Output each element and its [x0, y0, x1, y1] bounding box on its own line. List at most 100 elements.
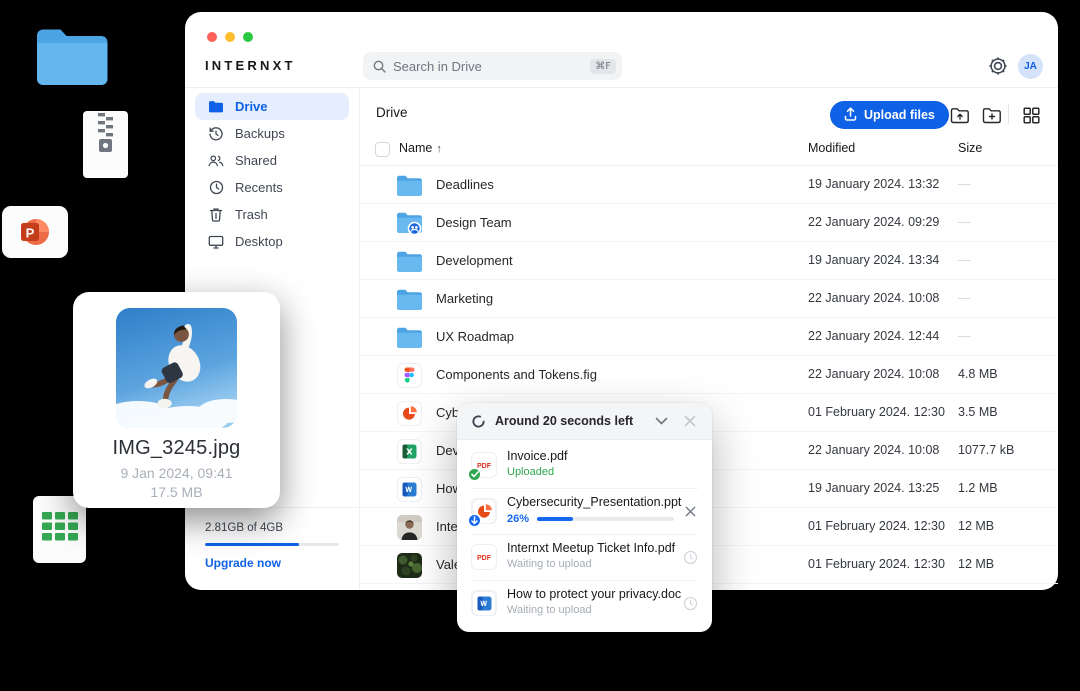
file-name: UX Roadmap [436, 329, 514, 344]
desktop-folder-icon[interactable] [35, 26, 108, 91]
column-name: Name↑ [399, 141, 442, 155]
file-modified: 01 February 2024. 12:30 [808, 405, 945, 419]
sidebar-item-drive[interactable]: Drive [195, 93, 349, 120]
sidebar-item-recents[interactable]: Recents [195, 174, 349, 201]
image-card-size: 17.5 MB [73, 484, 280, 500]
folder-icon [208, 99, 224, 115]
figma-icon [396, 362, 423, 388]
file-size: 12 MB [958, 519, 994, 533]
file-name: Development [436, 253, 513, 268]
sidebar-item-label: Desktop [235, 234, 283, 249]
file-name: Design Team [436, 215, 512, 230]
file-modified: 19 January 2024. 13:34 [808, 253, 939, 267]
progress-track [537, 517, 674, 521]
file-modified: 19 January 2024. 13:25 [808, 481, 939, 495]
upload-status: Uploaded [507, 466, 554, 478]
upload-files-button[interactable]: Upload files [830, 101, 949, 129]
image-preview-card[interactable]: IMG_3245.jpg 9 Jan 2024, 09:41 17.5 MB [73, 292, 280, 508]
svg-text:P: P [26, 226, 35, 241]
progress-fill [537, 517, 573, 521]
sidebar-item-label: Drive [235, 99, 268, 114]
table-row[interactable]: Components and Tokens.fig22 January 2024… [360, 356, 1058, 394]
close-popup-icon[interactable] [680, 411, 700, 431]
file-size: — [958, 215, 971, 229]
users-icon [208, 153, 224, 169]
file-size: — [958, 291, 971, 305]
upload-progress-popup: Around 20 seconds left PDF Invoice.pdf Upl… [457, 403, 712, 632]
upload-folder-icon[interactable] [949, 104, 971, 126]
sidebar-item-desktop[interactable]: Desktop [195, 228, 349, 255]
search-input[interactable]: Search in Drive ⌘F [363, 52, 622, 80]
powerpoint-file-icon[interactable]: P [2, 206, 68, 258]
upload-icon [844, 107, 857, 124]
search-icon [373, 60, 386, 73]
table-row[interactable]: Development 19 January 2024. 13:34 — [360, 242, 1058, 280]
file-modified: 22 January 2024. 10:08 [808, 367, 939, 381]
upload-popup-header: Around 20 seconds left [457, 403, 712, 440]
file-name: Inte [436, 519, 458, 534]
sidebar-item-backups[interactable]: Backups [195, 120, 349, 147]
chevron-down-icon[interactable] [651, 411, 671, 431]
upload-file-name: Internxt Meetup Ticket Info.pdf [507, 541, 675, 555]
sidebar-item-label: Trash [235, 207, 268, 222]
sidebar-item-trash[interactable]: Trash [195, 201, 349, 228]
window-controls [207, 32, 253, 42]
ppt-icon [396, 400, 423, 426]
sidebar-nav: Drive BackupsShared Recents Trash Desktop [185, 88, 359, 255]
folder-big-icon [396, 172, 423, 198]
spreadsheet-file-icon[interactable] [33, 496, 86, 563]
file-size: 3.5 MB [958, 405, 998, 419]
folder-big-icon [396, 286, 423, 312]
upload-item: How to protect your privacy.docWaiting t… [457, 580, 712, 626]
create-folder-icon[interactable] [981, 104, 1003, 126]
uploading-arrow-icon [467, 513, 482, 528]
file-size: — [958, 253, 971, 267]
upload-item: PDFInvoice.pdfUploaded [457, 442, 712, 488]
close-window-button[interactable] [207, 32, 217, 42]
zoom-window-button[interactable] [243, 32, 253, 42]
file-size: 1.2 MB [958, 481, 998, 495]
grid-view-icon[interactable] [1020, 104, 1042, 126]
folder-shared-icon [396, 210, 423, 236]
upload-file-name: Invoice.pdf [507, 449, 567, 463]
table-row[interactable]: Deadlines19 January 2024. 13:32— [360, 166, 1058, 204]
select-all-checkbox[interactable] [375, 142, 390, 157]
storage-progress-bar [205, 543, 339, 546]
sidebar-item-shared[interactable]: Shared [195, 147, 349, 174]
upload-time-remaining: Around 20 seconds left [495, 414, 642, 428]
table-row[interactable]: UX Roadmap22 January 2024. 12:44— [360, 318, 1058, 356]
file-size: 4.8 MB [958, 367, 998, 381]
photo-portrait-icon [396, 514, 423, 540]
column-modified: Modified [808, 141, 855, 155]
waiting-clock-icon [680, 547, 700, 567]
minimize-window-button[interactable] [225, 32, 235, 42]
internxt-logo: INTERNXT [205, 58, 296, 73]
clock-icon [208, 180, 224, 196]
sidebar-item-label: Recents [235, 180, 283, 195]
sort-ascending-icon[interactable]: ↑ [436, 143, 442, 155]
file-name: Dev [436, 443, 459, 458]
table-header: Name↑ Modified Size [360, 136, 1058, 166]
upload-items-list: PDF Invoice.pdf Uploaded Cybersecurity_Pres… [457, 440, 712, 632]
table-row[interactable]: Marketing22 January 2024. 10:08— [360, 280, 1058, 318]
storage-section: 2.81GB of 4GB Upgrade now [185, 507, 359, 590]
svg-text:PDF: PDF [477, 555, 492, 562]
upgrade-now-link[interactable]: Upgrade now [205, 556, 339, 570]
account-avatar[interactable]: JA [1018, 54, 1043, 79]
file-modified: 19 January 2024. 13:32 [808, 177, 939, 191]
file-name: Marketing [436, 291, 493, 306]
trash-icon [208, 207, 224, 223]
file-size: — [958, 329, 971, 343]
folder-big-icon [396, 248, 423, 274]
upload-progress: 26% [507, 513, 674, 525]
table-row[interactable]: Design Team22 January 2024. 09:29— [360, 204, 1058, 242]
spinner-icon [471, 414, 486, 429]
zip-file-icon[interactable] [83, 111, 128, 178]
search-placeholder: Search in Drive [393, 59, 590, 74]
cancel-upload-icon[interactable] [680, 501, 700, 521]
settings-gear-icon[interactable] [988, 56, 1008, 76]
history-icon [208, 126, 224, 142]
upload-file-name: Cybersecurity_Presentation.ppt [507, 495, 681, 509]
file-modified: 01 February 2024. 12:30 [808, 519, 945, 533]
file-size: 12 MB [958, 557, 994, 571]
